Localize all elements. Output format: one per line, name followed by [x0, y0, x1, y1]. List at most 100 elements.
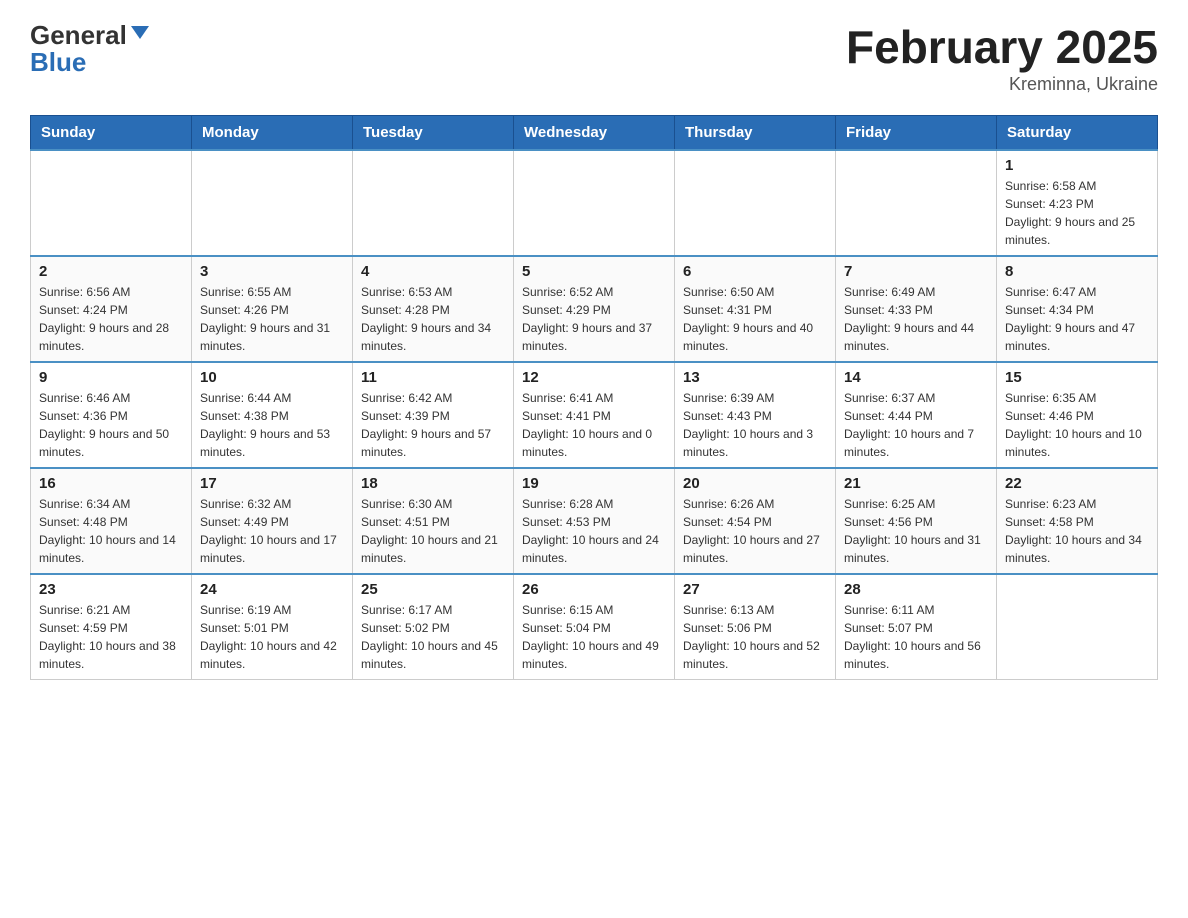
day-number: 12 — [522, 369, 666, 386]
calendar-cell: 27Sunrise: 6:13 AMSunset: 5:06 PMDayligh… — [675, 574, 836, 680]
calendar-cell: 10 Sunrise: 6:44 AMSunset: 4:38 PMDayligh… — [192, 362, 353, 468]
calendar-cell: 6 Sunrise: 6:50 AMSunset: 4:31 PMDaylight… — [675, 256, 836, 362]
calendar-cell: 15 Sunrise: 6:35 AMSunset: 4:46 PMDayligh… — [997, 362, 1158, 468]
day-info: Sunrise: 6:35 AMSunset: 4:46 PMDaylight:… — [1005, 389, 1149, 461]
day-number: 13 — [683, 369, 827, 386]
day-number: 3 — [200, 263, 344, 280]
day-info: Sunrise: 6:56 AMSunset: 4:24 PMDaylight:… — [39, 283, 183, 355]
calendar-cell: 4Sunrise: 6:53 AMSunset: 4:28 PMDaylight… — [353, 256, 514, 362]
day-number: 21 — [844, 475, 988, 492]
day-number: 19 — [522, 475, 666, 492]
calendar-cell: 24 Sunrise: 6:19 AMSunset: 5:01 PMDayligh… — [192, 574, 353, 680]
day-number: 25 — [361, 581, 505, 598]
weekday-header-sunday: Sunday — [31, 116, 192, 151]
day-number: 26 — [522, 581, 666, 598]
calendar-cell: 26 Sunrise: 6:15 AMSunset: 5:04 PMDayligh… — [514, 574, 675, 680]
month-title: February 2025 — [846, 20, 1158, 74]
day-info: Sunrise: 6:41 AMSunset: 4:41 PMDaylight:… — [522, 389, 666, 461]
day-number: 7 — [844, 263, 988, 280]
day-info: Sunrise: 6:39 AMSunset: 4:43 PMDaylight:… — [683, 389, 827, 461]
logo-blue: Blue — [30, 47, 86, 78]
day-number: 24 — [200, 581, 344, 598]
calendar-cell: 9 Sunrise: 6:46 AMSunset: 4:36 PMDaylight… — [31, 362, 192, 468]
day-info: Sunrise: 6:53 AMSunset: 4:28 PMDaylight:… — [361, 283, 505, 355]
day-info: Sunrise: 6:46 AMSunset: 4:36 PMDaylight:… — [39, 389, 183, 461]
calendar-header-row: SundayMondayTuesdayWednesdayThursdayFrid… — [31, 116, 1158, 151]
day-number: 28 — [844, 581, 988, 598]
day-info: Sunrise: 6:30 AMSunset: 4:51 PMDaylight:… — [361, 495, 505, 567]
calendar-cell — [31, 150, 192, 256]
weekday-header-wednesday: Wednesday — [514, 116, 675, 151]
calendar-cell: 7Sunrise: 6:49 AMSunset: 4:33 PMDaylight… — [836, 256, 997, 362]
weekday-header-friday: Friday — [836, 116, 997, 151]
calendar-cell: 28 Sunrise: 6:11 AMSunset: 5:07 PMDayligh… — [836, 574, 997, 680]
day-info: Sunrise: 6:23 AMSunset: 4:58 PMDaylight:… — [1005, 495, 1149, 567]
day-info: Sunrise: 6:32 AMSunset: 4:49 PMDaylight:… — [200, 495, 344, 567]
day-number: 8 — [1005, 263, 1149, 280]
day-number: 11 — [361, 369, 505, 386]
day-number: 16 — [39, 475, 183, 492]
day-number: 22 — [1005, 475, 1149, 492]
calendar-cell: 20Sunrise: 6:26 AMSunset: 4:54 PMDayligh… — [675, 468, 836, 574]
calendar-cell — [836, 150, 997, 256]
location: Kreminna, Ukraine — [846, 74, 1158, 95]
calendar-cell: 22 Sunrise: 6:23 AMSunset: 4:58 PMDayligh… — [997, 468, 1158, 574]
calendar-table: SundayMondayTuesdayWednesdayThursdayFrid… — [30, 115, 1158, 680]
day-number: 2 — [39, 263, 183, 280]
logo: General Blue — [30, 20, 149, 78]
weekday-header-thursday: Thursday — [675, 116, 836, 151]
calendar-cell — [514, 150, 675, 256]
weekday-header-monday: Monday — [192, 116, 353, 151]
day-info: Sunrise: 6:55 AMSunset: 4:26 PMDaylight:… — [200, 283, 344, 355]
day-info: Sunrise: 6:21 AMSunset: 4:59 PMDaylight:… — [39, 601, 183, 673]
calendar-cell: 11 Sunrise: 6:42 AMSunset: 4:39 PMDayligh… — [353, 362, 514, 468]
calendar-cell: 13 Sunrise: 6:39 AMSunset: 4:43 PMDayligh… — [675, 362, 836, 468]
day-info: Sunrise: 6:28 AMSunset: 4:53 PMDaylight:… — [522, 495, 666, 567]
day-number: 18 — [361, 475, 505, 492]
calendar-cell: 8Sunrise: 6:47 AMSunset: 4:34 PMDaylight… — [997, 256, 1158, 362]
weekday-header-tuesday: Tuesday — [353, 116, 514, 151]
day-info: Sunrise: 6:58 AMSunset: 4:23 PMDaylight:… — [1005, 177, 1149, 249]
day-info: Sunrise: 6:17 AMSunset: 5:02 PMDaylight:… — [361, 601, 505, 673]
calendar-cell: 18 Sunrise: 6:30 AMSunset: 4:51 PMDayligh… — [353, 468, 514, 574]
day-number: 1 — [1005, 157, 1149, 174]
calendar-cell: 2 Sunrise: 6:56 AMSunset: 4:24 PMDaylight… — [31, 256, 192, 362]
weekday-header-saturday: Saturday — [997, 116, 1158, 151]
day-info: Sunrise: 6:15 AMSunset: 5:04 PMDaylight:… — [522, 601, 666, 673]
calendar-cell: 1 Sunrise: 6:58 AMSunset: 4:23 PMDaylight… — [997, 150, 1158, 256]
day-info: Sunrise: 6:52 AMSunset: 4:29 PMDaylight:… — [522, 283, 666, 355]
day-number: 14 — [844, 369, 988, 386]
day-number: 15 — [1005, 369, 1149, 386]
calendar-week-2: 2 Sunrise: 6:56 AMSunset: 4:24 PMDaylight… — [31, 256, 1158, 362]
calendar-cell: 12 Sunrise: 6:41 AMSunset: 4:41 PMDayligh… — [514, 362, 675, 468]
day-number: 20 — [683, 475, 827, 492]
calendar-cell: 19 Sunrise: 6:28 AMSunset: 4:53 PMDayligh… — [514, 468, 675, 574]
day-info: Sunrise: 6:50 AMSunset: 4:31 PMDaylight:… — [683, 283, 827, 355]
day-info: Sunrise: 6:44 AMSunset: 4:38 PMDaylight:… — [200, 389, 344, 461]
day-number: 17 — [200, 475, 344, 492]
day-info: Sunrise: 6:19 AMSunset: 5:01 PMDaylight:… — [200, 601, 344, 673]
calendar-cell: 16 Sunrise: 6:34 AMSunset: 4:48 PMDayligh… — [31, 468, 192, 574]
calendar-cell — [675, 150, 836, 256]
calendar-week-1: 1 Sunrise: 6:58 AMSunset: 4:23 PMDaylight… — [31, 150, 1158, 256]
day-info: Sunrise: 6:34 AMSunset: 4:48 PMDaylight:… — [39, 495, 183, 567]
calendar-cell — [353, 150, 514, 256]
day-number: 6 — [683, 263, 827, 280]
page-header: General Blue February 2025 Kreminna, Ukr… — [30, 20, 1158, 95]
day-info: Sunrise: 6:11 AMSunset: 5:07 PMDaylight:… — [844, 601, 988, 673]
day-number: 27 — [683, 581, 827, 598]
calendar-cell — [997, 574, 1158, 680]
day-number: 10 — [200, 369, 344, 386]
calendar-cell: 3 Sunrise: 6:55 AMSunset: 4:26 PMDaylight… — [192, 256, 353, 362]
day-info: Sunrise: 6:37 AMSunset: 4:44 PMDaylight:… — [844, 389, 988, 461]
calendar-week-4: 16 Sunrise: 6:34 AMSunset: 4:48 PMDayligh… — [31, 468, 1158, 574]
day-number: 9 — [39, 369, 183, 386]
calendar-week-5: 23Sunrise: 6:21 AMSunset: 4:59 PMDayligh… — [31, 574, 1158, 680]
day-info: Sunrise: 6:25 AMSunset: 4:56 PMDaylight:… — [844, 495, 988, 567]
calendar-cell: 25 Sunrise: 6:17 AMSunset: 5:02 PMDayligh… — [353, 574, 514, 680]
day-number: 5 — [522, 263, 666, 280]
day-info: Sunrise: 6:42 AMSunset: 4:39 PMDaylight:… — [361, 389, 505, 461]
title-area: February 2025 Kreminna, Ukraine — [846, 20, 1158, 95]
calendar-cell: 21 Sunrise: 6:25 AMSunset: 4:56 PMDayligh… — [836, 468, 997, 574]
calendar-cell: 14 Sunrise: 6:37 AMSunset: 4:44 PMDayligh… — [836, 362, 997, 468]
